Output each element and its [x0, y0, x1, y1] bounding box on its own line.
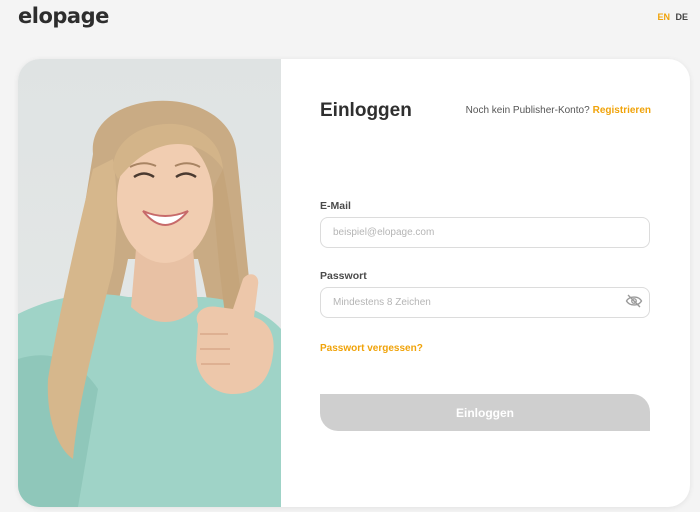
- elopage-logo[interactable]: elopage: [18, 4, 109, 28]
- signup-prompt-text: Noch kein Publisher-Konto?: [465, 105, 590, 116]
- lang-en-button[interactable]: EN: [657, 12, 670, 22]
- password-input[interactable]: [320, 287, 650, 318]
- forgot-password-link[interactable]: Passwort vergessen?: [320, 343, 423, 354]
- email-input[interactable]: [320, 217, 650, 248]
- lang-de-button[interactable]: DE: [675, 12, 688, 22]
- language-switcher: EN DE: [654, 12, 688, 22]
- login-title: Einloggen: [320, 100, 412, 121]
- login-button[interactable]: Einloggen: [320, 394, 650, 431]
- register-link[interactable]: Registrieren: [593, 105, 651, 116]
- woman-thumbs-up-photo: [18, 59, 281, 507]
- password-label: Passwort: [320, 270, 367, 282]
- email-label: E-Mail: [320, 200, 351, 212]
- login-card: Einloggen Noch kein Publisher-Konto? Regi…: [18, 59, 690, 507]
- eye-slash-icon[interactable]: [625, 294, 643, 308]
- login-form: Einloggen Noch kein Publisher-Konto? Regi…: [281, 59, 690, 507]
- signup-prompt: Noch kein Publisher-Konto? Registrieren: [466, 105, 651, 116]
